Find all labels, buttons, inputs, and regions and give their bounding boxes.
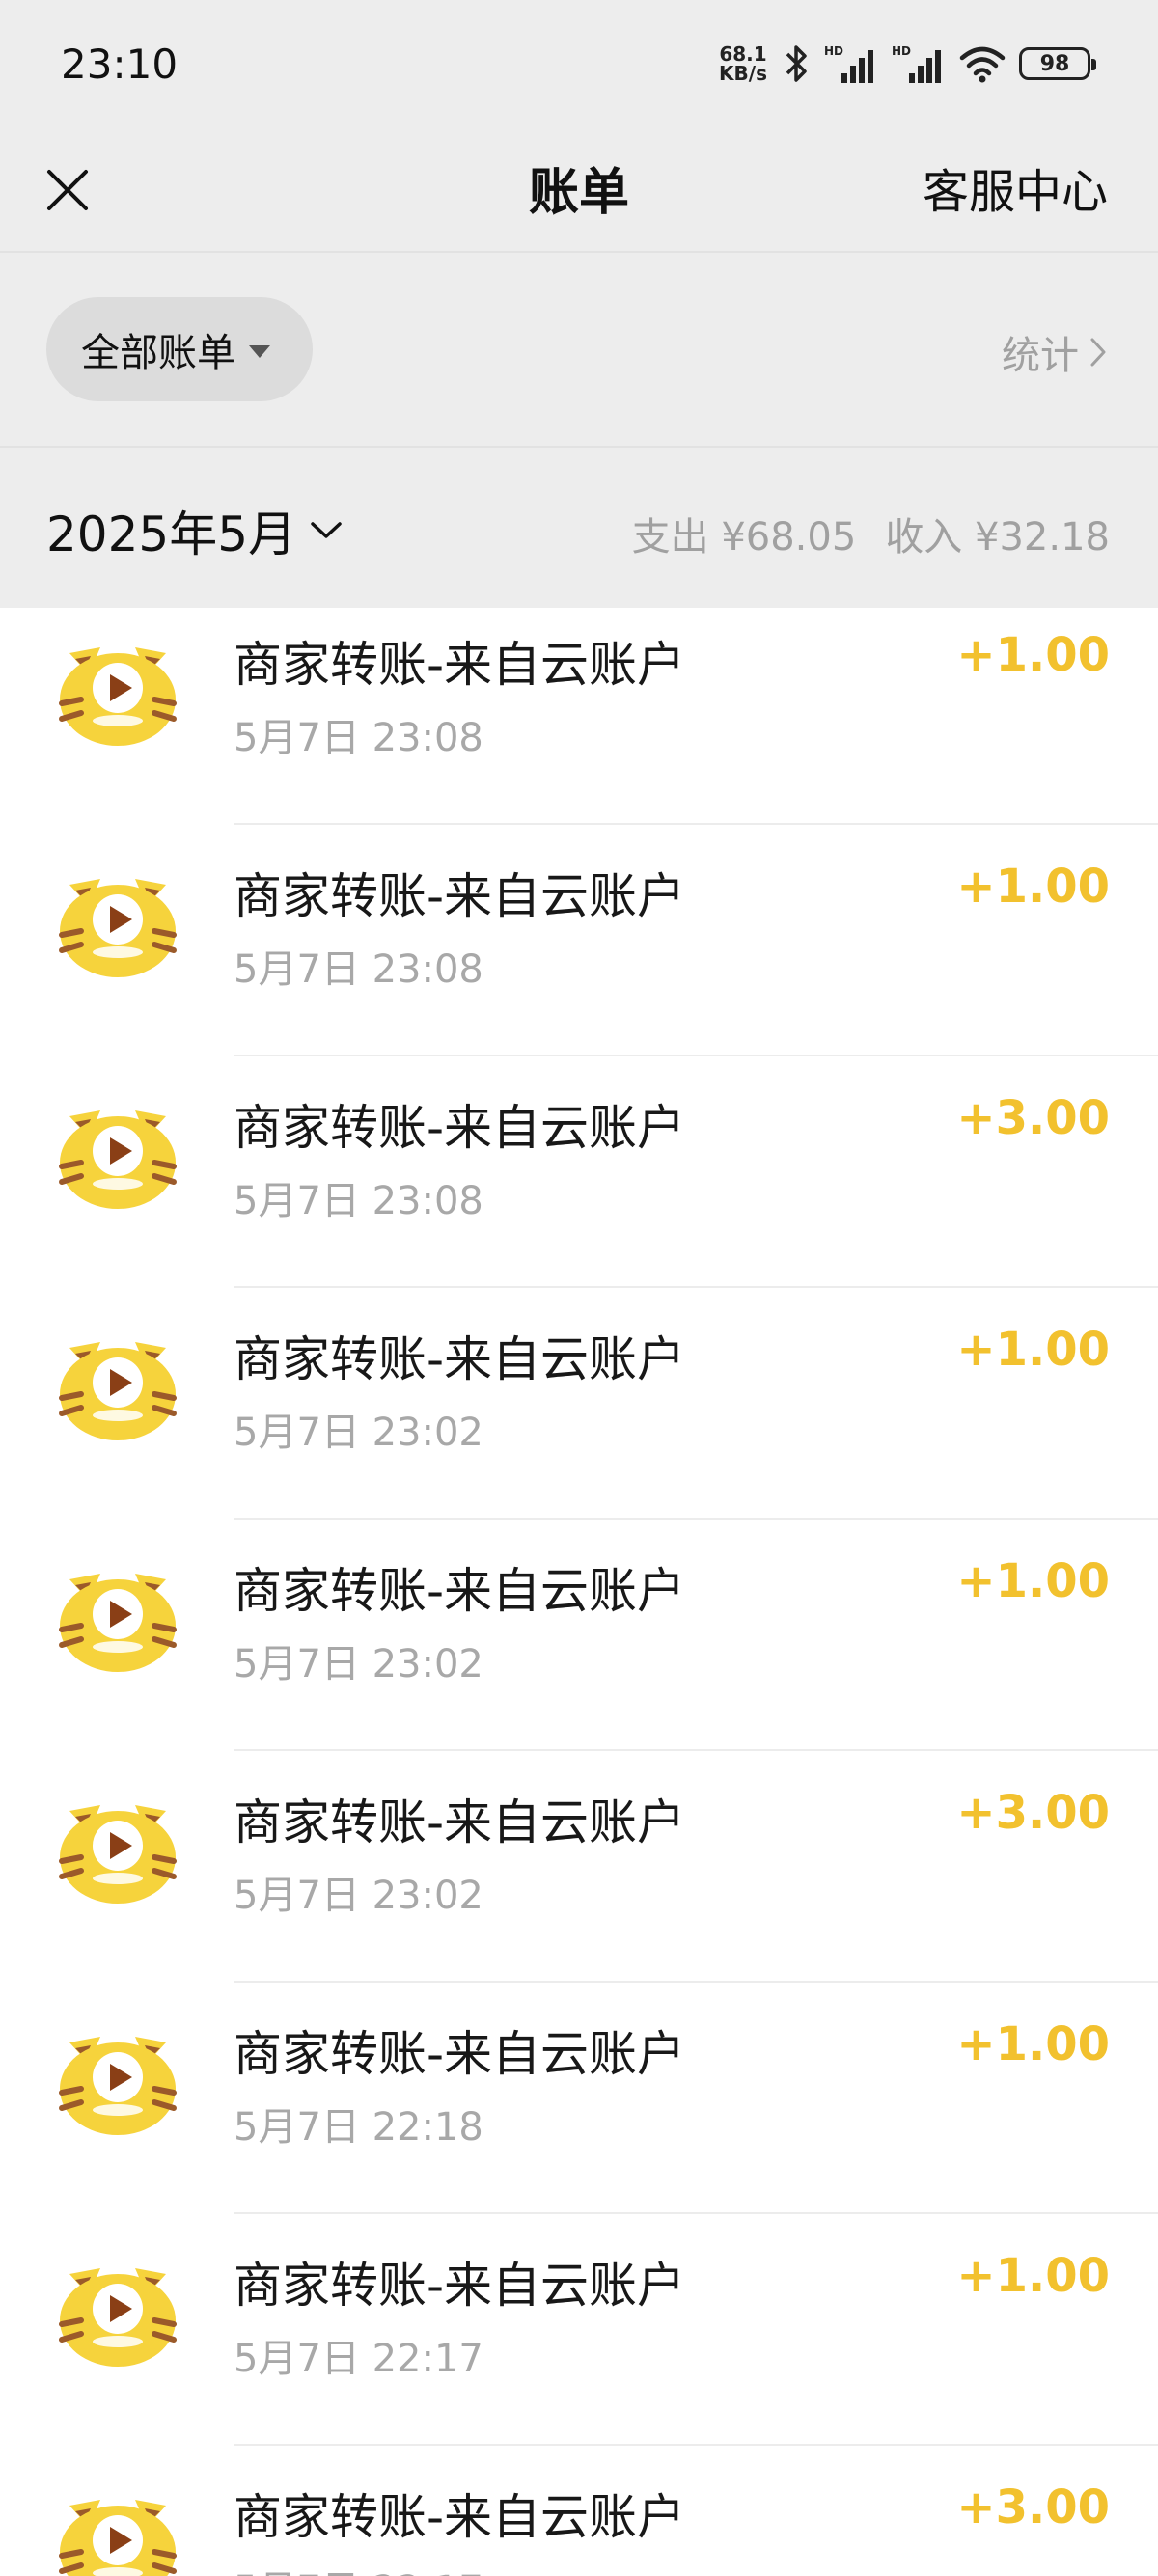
app-header: 23:10 68.1 KB/s HD HD 98 账单 客服中心 全部账单 统计… [0,0,1158,608]
transaction-row[interactable]: 商家转账-来自云账户 5月7日 23:02 +1.00 [0,1288,1158,1520]
transaction-title: 商家转账-来自云账户 [234,1331,686,1387]
transaction-row[interactable]: 商家转账-来自云账户 5月7日 22:17 +3.00 [0,2446,1158,2576]
month-label: 2025年5月 [46,507,297,562]
battery-icon: 98 [1019,47,1096,80]
transaction-time: 5月7日 23:02 [234,1642,483,1686]
caret-down-icon [249,344,270,358]
transaction-title: 商家转账-来自云账户 [234,868,686,924]
bluetooth-icon [786,45,807,82]
transaction-title: 商家转账-来自云账户 [234,1100,686,1156]
transaction-title: 商家转账-来自云账户 [234,2489,686,2545]
transaction-title: 商家转账-来自云账户 [234,1563,686,1619]
chevron-right-icon [1090,338,1106,367]
customer-service-link[interactable]: 客服中心 [923,153,1108,221]
transaction-row[interactable]: 商家转账-来自云账户 5月7日 22:17 +1.00 [0,2214,1158,2446]
bill-type-filter-label: 全部账单 [81,331,235,375]
net-speed: 68.1 KB/s [718,44,768,83]
tiger-mascot-icon [59,1110,177,1209]
tiger-mascot-icon [59,2500,177,2576]
tiger-mascot-icon [59,1805,177,1904]
transaction-title: 商家转账-来自云账户 [234,1795,686,1850]
transaction-list: 商家转账-来自云账户 5月7日 23:08 +1.00 商家转账-来自云账户 5… [0,593,1158,2576]
chevron-down-icon [311,522,342,538]
transaction-amount: +3.00 [956,1091,1110,1145]
transaction-amount: +1.00 [956,628,1110,682]
income-total: 收入 ¥32.18 [885,515,1110,560]
tiger-mascot-icon [59,647,177,746]
transaction-amount: +1.00 [956,1554,1110,1608]
status-icons: 68.1 KB/s HD HD 98 [718,42,1096,85]
transaction-row[interactable]: 商家转账-来自云账户 5月7日 22:18 +1.00 [0,1983,1158,2214]
transaction-row[interactable]: 商家转账-来自云账户 5月7日 23:02 +1.00 [0,1520,1158,1751]
battery-level: 98 [1039,51,1070,76]
transaction-time: 5月7日 22:17 [234,2337,483,2381]
transaction-amount: +1.00 [956,1323,1110,1377]
transaction-time: 5月7日 23:02 [234,1874,483,1918]
transaction-amount: +1.00 [956,2249,1110,2303]
filter-row: 全部账单 统计 [0,253,1158,446]
expense-total: 支出 ¥68.05 [631,515,857,560]
transaction-title: 商家转账-来自云账户 [234,637,686,693]
status-bar: 23:10 68.1 KB/s HD HD 98 [0,0,1158,130]
svg-text:HD: HD [824,44,843,58]
transaction-amount: +3.00 [956,1786,1110,1840]
nav-bar: 账单 客服中心 [0,130,1158,251]
wifi-icon [959,46,1006,83]
month-summary-row: 2025年5月 支出 ¥68.05 收入 ¥32.18 [0,448,1158,608]
tiger-mascot-icon [59,2037,177,2135]
hd-signal-icon: HD [824,44,873,83]
transaction-row[interactable]: 商家转账-来自云账户 5月7日 23:08 +1.00 [0,825,1158,1056]
transaction-title: 商家转账-来自云账户 [234,2258,686,2314]
net-speed-unit: KB/s [719,62,767,85]
net-speed-value: 68.1 [719,42,767,66]
month-picker[interactable]: 2025年5月 [46,496,343,565]
month-summary: 支出 ¥68.05 收入 ¥32.18 [632,506,1110,562]
tiger-mascot-icon [59,1574,177,1672]
bill-type-filter[interactable]: 全部账单 [46,297,313,401]
statistics-link[interactable]: 统计 [1002,324,1108,380]
transaction-row[interactable]: 商家转账-来自云账户 5月7日 23:02 +3.00 [0,1751,1158,1983]
svg-text:HD: HD [892,44,911,58]
transaction-time: 5月7日 23:02 [234,1411,483,1455]
statistics-label: 统计 [1002,334,1079,378]
transaction-time: 5月7日 23:08 [234,947,483,992]
transaction-time: 5月7日 22:17 [234,2559,483,2576]
transaction-amount: +1.00 [956,860,1110,914]
transaction-amount: +1.00 [956,2017,1110,2071]
transaction-title: 商家转账-来自云账户 [234,2026,686,2082]
transaction-row[interactable]: 商家转账-来自云账户 5月7日 23:08 +3.00 [0,1056,1158,1288]
transaction-row[interactable]: 商家转账-来自云账户 5月7日 23:08 +1.00 [0,593,1158,825]
transaction-amount: +3.00 [956,2480,1110,2535]
status-time: 23:10 [61,41,179,88]
tiger-mascot-icon [59,879,177,977]
tiger-mascot-icon [59,1342,177,1440]
tiger-mascot-icon [59,2268,177,2367]
transaction-time: 5月7日 23:08 [234,716,483,760]
hd-signal-icon: HD [892,44,941,83]
transaction-time: 5月7日 22:18 [234,2105,483,2150]
transaction-time: 5月7日 23:08 [234,1179,483,1223]
